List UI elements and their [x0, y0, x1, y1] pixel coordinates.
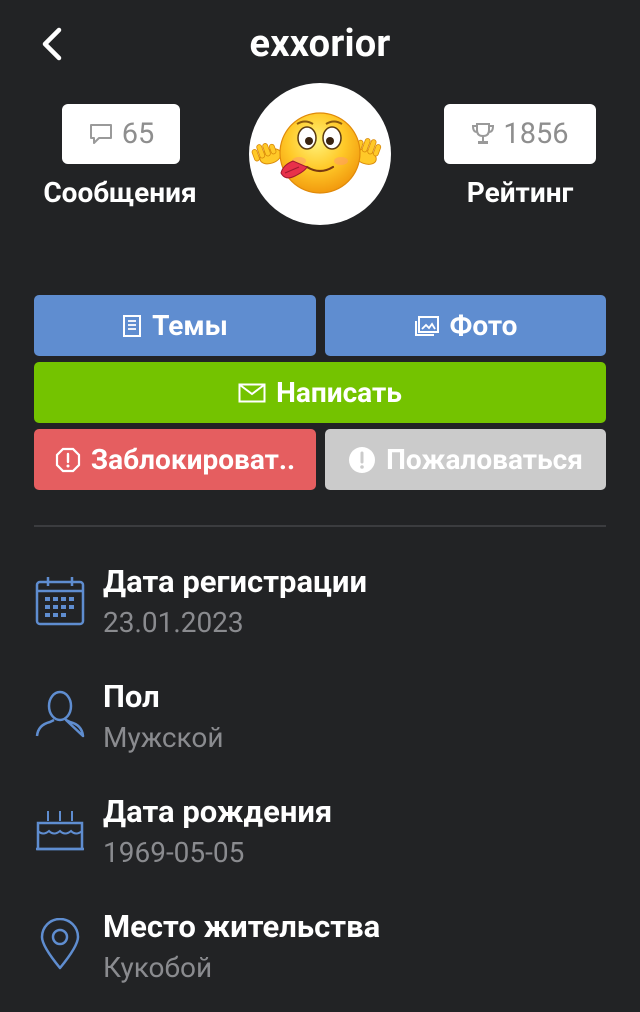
info-title: Пол [103, 678, 160, 715]
warning-icon [349, 446, 376, 473]
report-button-label: Пожаловаться [386, 443, 583, 476]
info-row-location: Место жительства Кукобой [34, 908, 606, 988]
messages-label: Сообщения [43, 176, 197, 209]
write-message-button[interactable]: Написать [34, 362, 606, 423]
rating-label: Рейтинг [466, 176, 574, 209]
topics-button-label: Темы [152, 309, 228, 342]
emoji-tongue-avatar [251, 112, 382, 194]
rating-badge[interactable]: 1856 [444, 104, 596, 164]
comment-icon [89, 124, 112, 144]
info-value: Кукобой [103, 951, 213, 984]
block-user-button[interactable]: Заблокироват.. [34, 429, 316, 490]
messages-count-badge[interactable]: 65 [62, 104, 180, 164]
info-value: Мужской [103, 721, 224, 754]
block-button-label: Заблокироват.. [90, 443, 296, 476]
images-icon [414, 315, 439, 336]
info-title: Место жительства [103, 908, 381, 945]
rating-count: 1856 [503, 117, 569, 151]
messages-count: 65 [121, 117, 155, 151]
info-row-birth-date: Дата рождения 1969-05-05 [34, 793, 606, 873]
report-button[interactable]: Пожаловаться [325, 429, 606, 490]
topics-button[interactable]: Темы [34, 295, 316, 356]
page-title: exxorior [249, 22, 391, 66]
cake-icon [36, 811, 84, 851]
profile-screen: exxorior 65 Сообщения 1856 Рейтинг Темы … [0, 0, 640, 1012]
block-icon [55, 447, 80, 472]
trophy-icon [472, 123, 495, 144]
info-value: 23.01.2023 [103, 606, 244, 639]
info-title: Дата рождения [103, 793, 333, 830]
info-row-registration-date: Дата регистрации 23.01.2023 [34, 563, 606, 643]
write-button-label: Написать [276, 376, 402, 409]
info-title: Дата регистрации [103, 563, 368, 600]
user-icon [35, 690, 85, 738]
photo-button[interactable]: Фото [325, 295, 606, 356]
divider [34, 525, 606, 527]
location-pin-icon [40, 918, 80, 970]
envelope-icon [238, 383, 266, 402]
document-icon [123, 314, 142, 337]
calendar-icon [35, 577, 85, 626]
avatar[interactable] [249, 83, 391, 225]
info-row-gender: Пол Мужской [34, 678, 606, 758]
photo-button-label: Фото [449, 309, 518, 342]
info-value: 1969-05-05 [103, 836, 245, 869]
